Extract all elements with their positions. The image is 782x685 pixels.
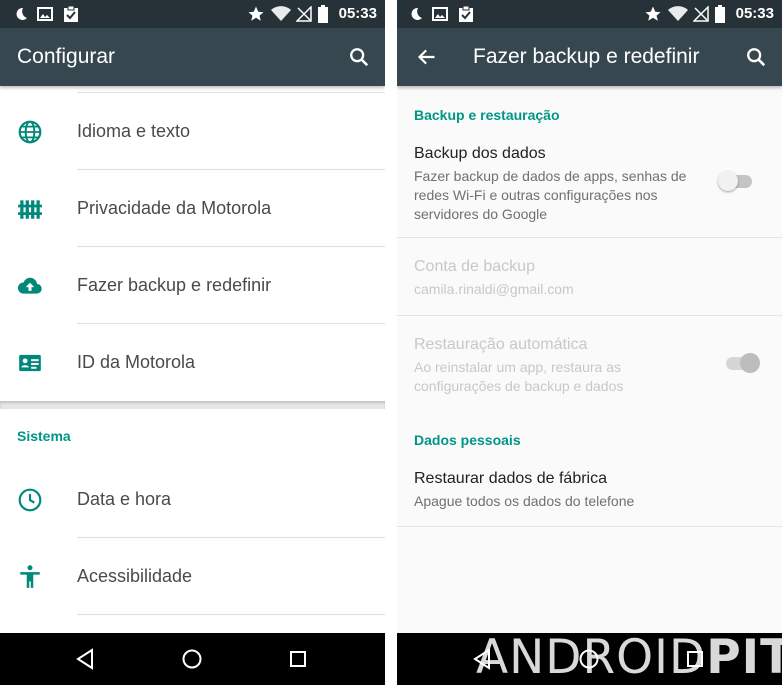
- status-bar: 05:33: [0, 0, 385, 28]
- no-signal-icon: [693, 0, 709, 28]
- wifi-icon: [668, 0, 688, 28]
- cloud-upload-icon: [17, 273, 43, 299]
- settings-item-language[interactable]: Idioma e texto: [0, 93, 385, 170]
- screenshot-gap: [385, 0, 397, 685]
- search-icon: [747, 48, 766, 67]
- backup-reset-screen: 05:33 Fazer backup e redefinir Backup e …: [397, 0, 782, 685]
- section-header-personal: Dados pessoais: [414, 432, 521, 448]
- status-time: 05:33: [338, 5, 377, 22]
- battery-icon: [318, 0, 328, 28]
- divider: [397, 526, 782, 527]
- clock-icon: [17, 487, 43, 513]
- navigation-bar: [0, 633, 385, 685]
- id-card-icon: [17, 350, 43, 376]
- section-separator: [0, 401, 385, 409]
- search-button[interactable]: [736, 37, 776, 77]
- page-title: Fazer backup e redefinir: [473, 45, 700, 68]
- auto-restore-item[interactable]: Restauração automática Ao reinstalar um …: [397, 316, 782, 410]
- search-icon: [350, 48, 369, 67]
- settings-item-label: Fazer backup e redefinir: [77, 275, 272, 295]
- item-summary: Ao reinstalar um app, restaura as config…: [414, 359, 624, 394]
- clipboard-check-icon: [457, 0, 475, 28]
- home-button[interactable]: [172, 639, 212, 679]
- item-title: Restaurar dados de fábrica: [414, 470, 607, 487]
- backup-data-item[interactable]: Backup dos dados Fazer backup de dados d…: [397, 136, 782, 237]
- item-summary: camila.rinaldi@gmail.com: [414, 281, 574, 297]
- settings-item-label: ID da Motorola: [77, 352, 196, 372]
- item-title: Backup dos dados: [414, 145, 546, 162]
- settings-item-label: Data e hora: [77, 489, 172, 509]
- arrow-left-icon: [417, 49, 435, 65]
- battery-icon: [715, 0, 725, 28]
- status-time: 05:33: [735, 5, 774, 22]
- backup-settings-list: Backup e restauração Backup dos dados Fa…: [397, 86, 782, 633]
- settings-item-label: Privacidade da Motorola: [77, 198, 272, 218]
- image-icon: [37, 0, 53, 28]
- settings-item-motorola-id[interactable]: ID da Motorola: [0, 324, 385, 401]
- status-bar: 05:33: [397, 0, 782, 28]
- section-header-system: Sistema: [17, 428, 71, 444]
- settings-item-accessibility[interactable]: Acessibilidade: [0, 538, 385, 615]
- settings-item-label: Acessibilidade: [77, 566, 193, 586]
- settings-item-date-time[interactable]: Data e hora: [0, 461, 385, 538]
- settings-item-backup-reset[interactable]: Fazer backup e redefinir: [0, 247, 385, 324]
- page-title: Configurar: [17, 45, 116, 68]
- wifi-icon: [271, 0, 291, 28]
- item-title: Conta de backup: [414, 258, 535, 275]
- section-header-backup: Backup e restauração: [414, 107, 560, 123]
- auto-restore-toggle[interactable]: [724, 352, 760, 374]
- settings-item-privacy[interactable]: Privacidade da Motorola: [0, 170, 385, 247]
- no-signal-icon: [296, 0, 312, 28]
- search-button[interactable]: [339, 37, 379, 77]
- star-icon: [247, 0, 265, 28]
- watermark-text: ANDROID: [476, 630, 707, 685]
- watermark-text-bold: PIT: [706, 630, 782, 685]
- app-bar: Configurar: [0, 28, 385, 86]
- back-button[interactable]: [65, 639, 105, 679]
- settings-screen: 05:33 Configurar Idioma e texto Privacid…: [0, 0, 385, 685]
- fence-icon: [17, 196, 43, 222]
- globe-icon: [17, 119, 43, 145]
- settings-item-label: Idioma e texto: [77, 121, 191, 141]
- app-bar: Fazer backup e redefinir: [397, 28, 782, 86]
- image-icon: [432, 0, 448, 28]
- moon-icon: [13, 0, 29, 28]
- moon-icon: [408, 0, 424, 28]
- item-summary: Apague todos os dados do telefone: [414, 493, 635, 509]
- settings-list: Idioma e texto Privacidade da Motorola F…: [0, 86, 385, 633]
- star-icon: [644, 0, 662, 28]
- item-title: Restauração automática: [414, 336, 588, 353]
- back-icon: [76, 648, 93, 670]
- item-summary: Fazer backup de dados de apps, senhas de…: [414, 168, 687, 222]
- androidpit-watermark: ANDROIDPIT: [476, 630, 782, 685]
- backup-account-item[interactable]: Conta de backup camila.rinaldi@gmail.com: [397, 238, 782, 315]
- home-icon: [182, 649, 202, 669]
- clipboard-check-icon: [62, 0, 80, 28]
- recents-button[interactable]: [278, 639, 318, 679]
- recents-icon: [290, 651, 306, 667]
- divider: [77, 614, 385, 615]
- backup-data-toggle[interactable]: [718, 170, 754, 192]
- accessibility-icon: [17, 564, 43, 590]
- factory-reset-item[interactable]: Restaurar dados de fábrica Apague todos …: [397, 460, 782, 526]
- back-arrow-button[interactable]: [407, 37, 447, 77]
